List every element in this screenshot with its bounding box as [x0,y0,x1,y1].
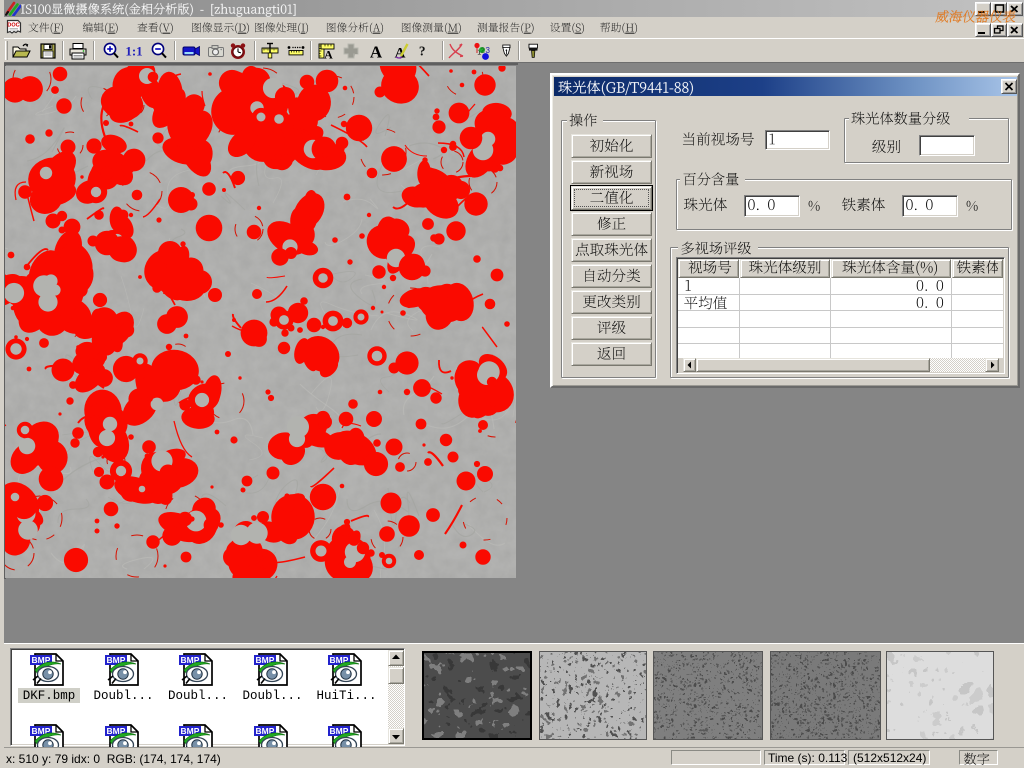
svg-text:A: A [370,43,383,62]
svg-text:?: ? [419,44,426,59]
svg-text:A: A [324,48,333,62]
svg-text:1:1: 1:1 [125,44,142,59]
svg-text:DOC: DOC [7,23,19,29]
